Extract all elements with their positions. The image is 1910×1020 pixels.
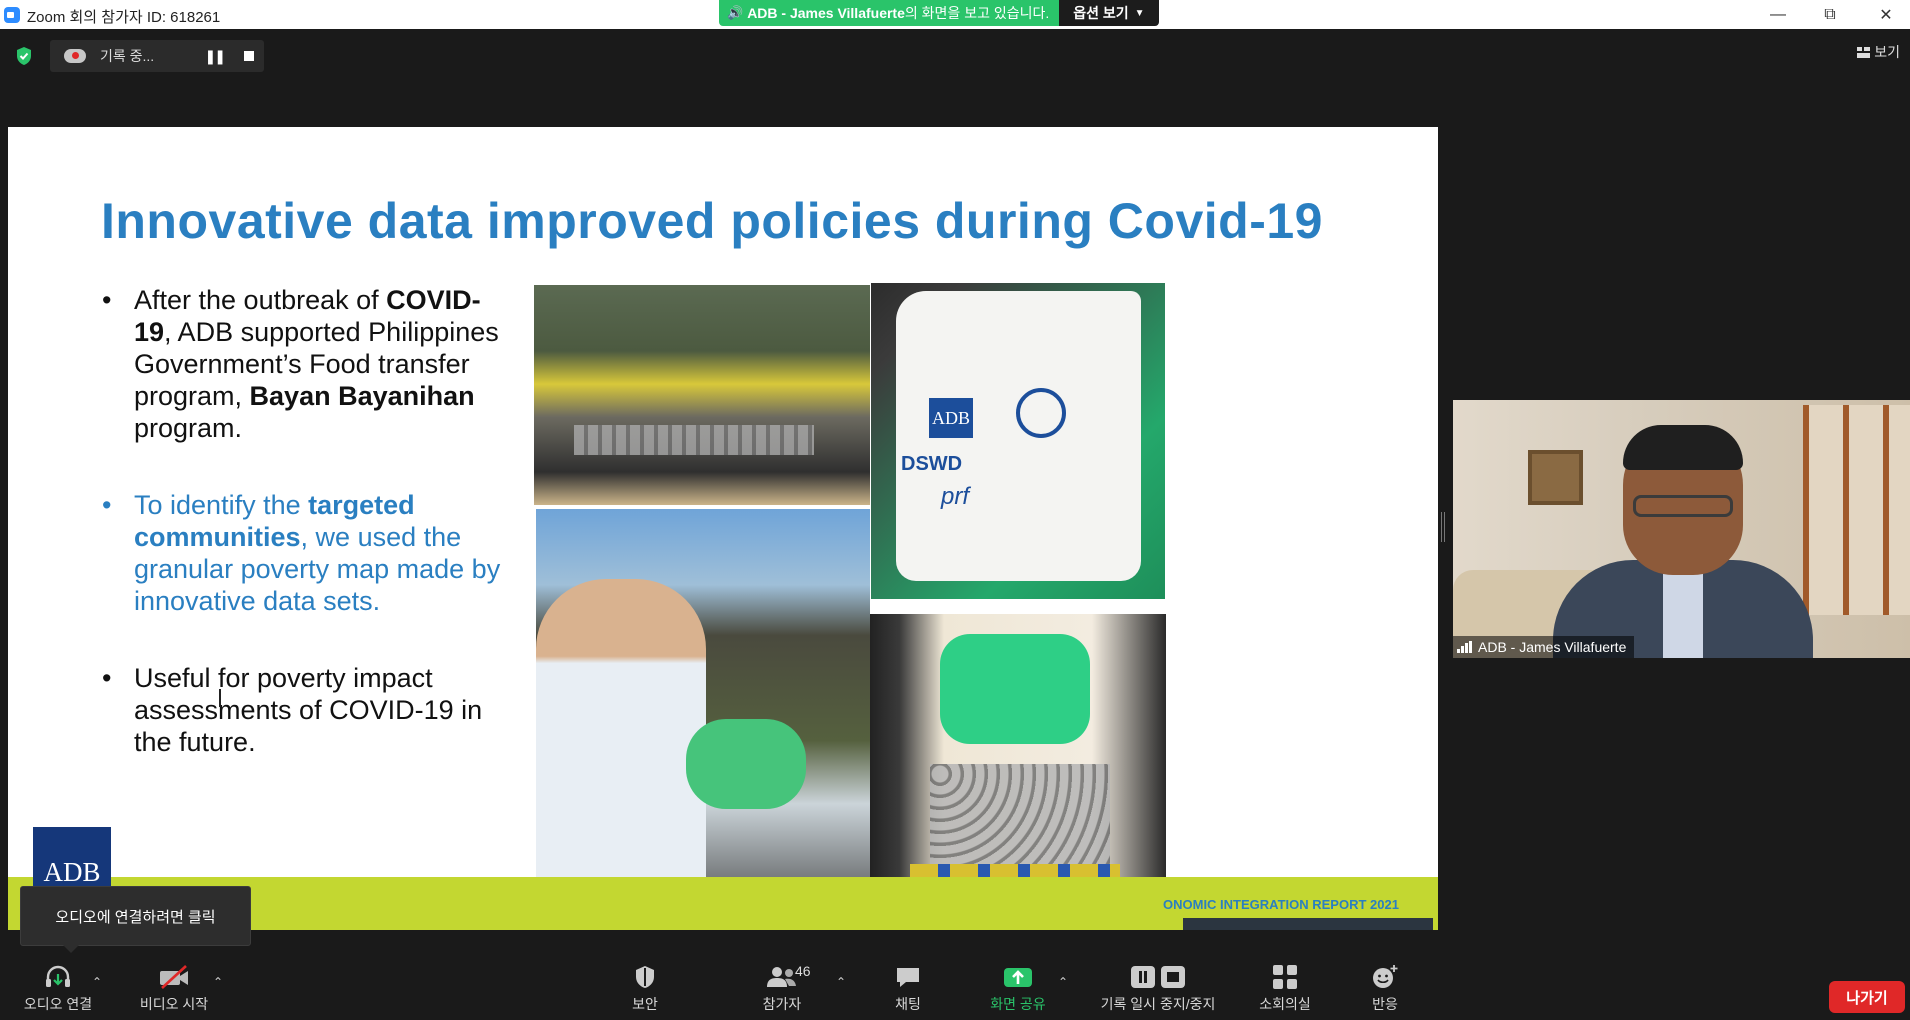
zoom-app-icon xyxy=(4,7,20,23)
join-audio-button[interactable]: 오디오 연결 xyxy=(18,955,98,1014)
recording-indicator: 기록 중... ❚❚ xyxy=(50,40,264,72)
zoom-window: Zoom 회의 참가자 ID: 618261 🔊 ADB - James Vil… xyxy=(0,0,1910,1020)
start-video-label: 비디오 시작 xyxy=(139,996,209,1012)
stop-recording-icon[interactable] xyxy=(244,51,254,61)
video-options-chevron-icon[interactable]: ⌃ xyxy=(213,975,223,989)
text-cursor-icon xyxy=(219,689,221,707)
restore-icon: ⧉ xyxy=(1824,5,1836,23)
chat-bubble-icon xyxy=(894,962,922,992)
photo-volunteers-packing xyxy=(534,285,870,505)
participant-person xyxy=(1553,425,1813,658)
bullet-impact-assessment: Useful for poverty impact assessments of… xyxy=(94,662,514,758)
breakout-rooms-label: 소회의실 xyxy=(1259,996,1311,1012)
recording-status: 기록 중... xyxy=(100,48,155,64)
breakout-rooms-button[interactable]: 소회의실 xyxy=(1252,955,1318,1014)
security-label: 보안 xyxy=(632,996,658,1012)
bullet1-text-d: Bayan Bayanihan xyxy=(249,381,475,411)
participants-options-chevron-icon[interactable]: ⌃ xyxy=(836,975,846,989)
bag-prf-text: prf xyxy=(941,483,970,510)
title-bar: Zoom 회의 참가자 ID: 618261 🔊 ADB - James Vil… xyxy=(0,0,1910,29)
slide-footer-strip xyxy=(1183,918,1433,930)
minimize-button[interactable]: — xyxy=(1750,0,1806,29)
participants-icon xyxy=(765,962,799,992)
pause-stop-record-icon xyxy=(1130,962,1186,992)
breakout-rooms-icon xyxy=(1272,962,1298,992)
view-options-button[interactable]: 옵션 보기 ▼ xyxy=(1059,0,1159,26)
video-off-icon xyxy=(158,962,190,992)
cloud-record-icon xyxy=(64,49,86,63)
leave-meeting-button[interactable]: 나가기 xyxy=(1829,981,1905,1013)
headphones-icon xyxy=(44,962,72,992)
bullet3-text: Useful for poverty impact assessments of… xyxy=(134,663,483,757)
close-icon: ✕ xyxy=(1879,6,1893,24)
share-screen-label: 화면 공유 xyxy=(990,996,1046,1012)
close-button[interactable]: ✕ xyxy=(1858,0,1910,29)
bag-seal-icon xyxy=(1016,388,1066,438)
chevron-down-icon: ▼ xyxy=(1134,7,1145,19)
restore-button[interactable]: ⧉ xyxy=(1802,0,1858,29)
minimize-icon: — xyxy=(1770,5,1786,23)
encryption-shield-icon[interactable] xyxy=(10,42,38,70)
reaction-emoji-icon xyxy=(1371,962,1399,992)
adb-logo: ADB xyxy=(33,827,111,893)
participants-label: 참가자 xyxy=(762,996,802,1012)
bullet-food-program: After the outbreak of COVID-19, ADB supp… xyxy=(94,284,514,444)
shared-screen-slide: Innovative data improved policies during… xyxy=(8,127,1438,930)
bullet1-text-e: program. xyxy=(134,413,243,443)
photo-relief-bag: ADB DSWD prf xyxy=(871,283,1165,599)
background-door xyxy=(1803,405,1910,615)
view-layout-button[interactable]: 보기 xyxy=(1857,42,1900,62)
slide-bullets: After the outbreak of COVID-19, ADB supp… xyxy=(94,284,514,803)
bag-adb-logo: ADB xyxy=(929,398,973,438)
participant-nameplate: ADB - James Villafuerte xyxy=(1453,636,1635,658)
slide-footer-text: ONOMIC INTEGRATION REPORT 2021 xyxy=(1163,897,1399,912)
share-screen-icon xyxy=(1002,962,1034,992)
share-status: 🔊 ADB - James Villafuerte 의 화면을 보고 있습니다. xyxy=(719,0,1060,26)
bullet2-text-a: To identify the xyxy=(134,490,309,520)
participant-video-tile[interactable]: ADB - James Villafuerte xyxy=(1453,400,1910,658)
reactions-label: 반응 xyxy=(1372,996,1398,1012)
audio-options-chevron-icon[interactable]: ⌃ xyxy=(92,975,102,989)
record-control-label: 기록 일시 중지/중지 xyxy=(1100,996,1216,1012)
recording-bar: 기록 중... ❚❚ xyxy=(10,40,264,72)
gallery-grid-icon xyxy=(1857,46,1871,58)
start-video-button[interactable]: 비디오 시작 xyxy=(132,955,216,1014)
bullet-poverty-map: To identify the targeted communities, we… xyxy=(94,489,514,617)
join-audio-label: 오디오 연결 xyxy=(23,996,93,1012)
reactions-button[interactable]: 반응 xyxy=(1368,955,1402,1014)
split-view-divider[interactable] xyxy=(1441,512,1445,542)
slide-title: Innovative data improved policies during… xyxy=(101,193,1323,249)
participants-count: 46 xyxy=(795,963,811,979)
window-title: Zoom 회의 참가자 ID: 618261 xyxy=(27,9,221,26)
bullet1-text-a: After the outbreak of xyxy=(134,285,387,315)
security-button[interactable]: 보안 xyxy=(620,955,670,1014)
share-banner: 🔊 ADB - James Villafuerte 의 화면을 보고 있습니다.… xyxy=(719,0,1159,26)
meeting-toolbar: 오디오 연결 ⌃ 비디오 시작 ⌃ 보안 참가자 46 ⌃ 채팅 화면 공유 ⌃… xyxy=(0,955,1910,1020)
photo-food-distribution xyxy=(536,509,870,930)
chat-label: 채팅 xyxy=(895,996,921,1012)
leave-meeting-label: 나가기 xyxy=(1846,989,1888,1007)
record-control-button[interactable]: 기록 일시 중지/중지 xyxy=(1088,955,1228,1014)
security-shield-icon xyxy=(634,962,656,992)
speaker-icon: 🔊 xyxy=(727,5,744,20)
presenter-name: ADB - James Villafuerte xyxy=(747,5,905,21)
pause-recording-icon[interactable]: ❚❚ xyxy=(205,48,227,65)
view-options-label: 옵션 보기 xyxy=(1073,5,1129,21)
share-status-text: 의 화면을 보고 있습니다. xyxy=(904,5,1050,21)
view-layout-label: 보기 xyxy=(1874,44,1900,60)
share-screen-button[interactable]: 화면 공유 xyxy=(980,955,1056,1014)
chat-button[interactable]: 채팅 xyxy=(885,955,931,1014)
audio-tooltip-text: 오디오에 연결하려면 클릭 xyxy=(55,908,216,926)
audio-tooltip: 오디오에 연결하려면 클릭 xyxy=(20,886,251,953)
share-options-chevron-icon[interactable]: ⌃ xyxy=(1058,975,1068,989)
signal-strength-icon xyxy=(1457,641,1473,653)
bag-dswd-text: DSWD xyxy=(901,453,963,475)
participant-name: ADB - James Villafuerte xyxy=(1478,639,1627,655)
